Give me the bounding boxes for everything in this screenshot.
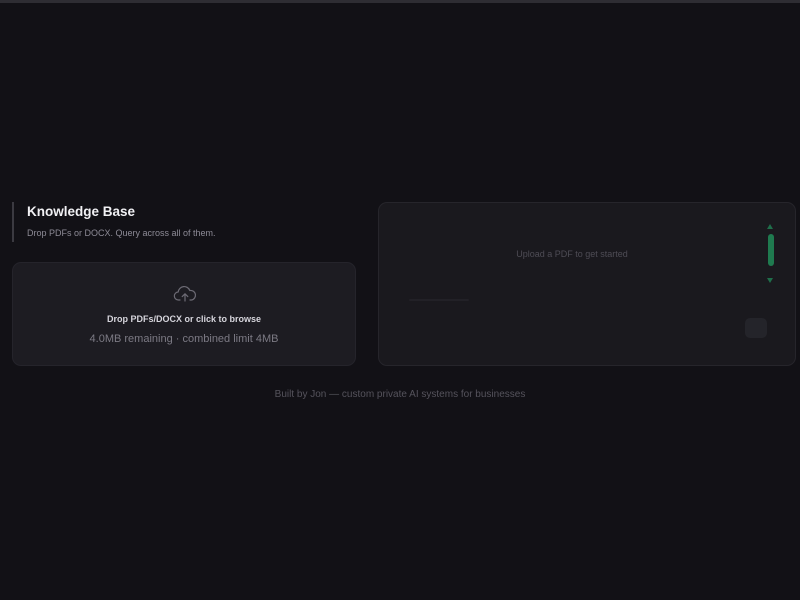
dropzone-label: Drop PDFs/DOCX or click to browse [106,314,262,324]
chat-panel: Upload a PDF to get started [378,202,796,366]
empty-state-message: Upload a PDF to get started [516,249,628,259]
scrollbar-thumb[interactable] [768,234,774,266]
scroll-up-arrow[interactable] [767,224,773,229]
file-dropzone[interactable]: Drop PDFs/DOCX or click to browse 4.0MB … [12,262,356,366]
input-placeholder-bar [409,299,469,301]
page-subtitle: Drop PDFs or DOCX. Query across all of t… [27,228,216,238]
footer-credit: Built by Jon — custom private AI systems… [274,389,526,400]
cloud-upload-icon [173,286,197,302]
storage-remaining: 4.0MB remaining · combined limit 4MB [89,333,279,345]
knowledge-base-header: Knowledge Base Drop PDFs or DOCX. Query … [12,202,216,242]
send-button[interactable] [745,318,767,338]
question-input[interactable] [401,287,753,309]
page-title: Knowledge Base [27,204,136,219]
top-divider [0,0,800,3]
scroll-down-arrow[interactable] [767,278,773,283]
